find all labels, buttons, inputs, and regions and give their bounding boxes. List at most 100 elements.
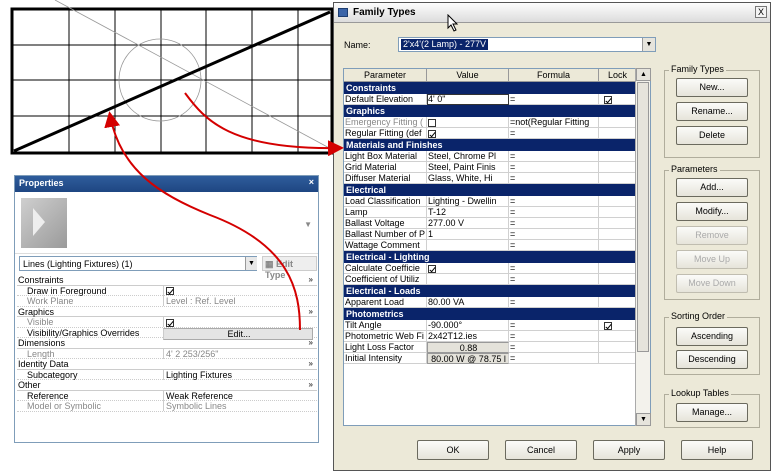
manage-lookup-button[interactable]: Manage... xyxy=(676,403,748,422)
formula-field[interactable]: = xyxy=(509,173,599,184)
ascending-button[interactable]: Ascending xyxy=(676,327,748,346)
scroll-down-icon[interactable]: ▼ xyxy=(636,413,651,426)
property-group-header[interactable]: Dimensions » xyxy=(17,338,317,349)
lock-cell[interactable] xyxy=(599,207,637,218)
descending-button[interactable]: Descending xyxy=(676,350,748,369)
parameter-group-header[interactable]: Electrical - Loads» xyxy=(344,285,650,297)
lock-cell[interactable] xyxy=(599,331,637,342)
parameter-group-header[interactable]: Electrical - Lighting» xyxy=(344,251,650,263)
lock-cell[interactable] xyxy=(599,240,637,251)
parameter-value[interactable]: Steel, Chrome Pl xyxy=(427,151,509,162)
lock-cell[interactable] xyxy=(599,173,637,184)
property-group-header[interactable]: Other » xyxy=(17,380,317,391)
formula-field[interactable]: = xyxy=(509,196,599,207)
lock-cell[interactable] xyxy=(599,151,637,162)
lock-cell[interactable] xyxy=(599,196,637,207)
formula-field[interactable]: = xyxy=(509,320,599,331)
property-group-header[interactable]: Graphics » xyxy=(17,307,317,317)
lock-cell[interactable] xyxy=(599,297,637,308)
move-up-button[interactable]: Move Up xyxy=(676,250,748,269)
collapse-icon[interactable]: » xyxy=(309,359,313,369)
formula-field[interactable]: =not(Regular Fitting xyxy=(509,117,599,128)
formula-field[interactable]: = xyxy=(509,151,599,162)
formula-field[interactable]: = xyxy=(509,297,599,308)
collapse-icon[interactable]: » xyxy=(309,307,313,317)
parameter-value[interactable] xyxy=(427,128,509,139)
property-value[interactable]: Weak Reference xyxy=(163,390,313,401)
cancel-button[interactable]: Cancel xyxy=(505,440,577,460)
property-value[interactable]: Lighting Fixtures xyxy=(163,369,313,380)
formula-field[interactable]: = xyxy=(509,162,599,173)
remove-parameter-button[interactable]: Remove xyxy=(676,226,748,245)
parameter-value[interactable]: Glass, White, Hi xyxy=(427,173,509,184)
col-formula[interactable]: Formula xyxy=(509,69,599,82)
property-checkbox[interactable] xyxy=(166,287,174,296)
lock-cell[interactable] xyxy=(599,229,637,240)
parameter-value[interactable]: T-12 xyxy=(427,207,509,218)
close-icon[interactable]: × xyxy=(309,177,314,187)
lock-cell[interactable] xyxy=(599,117,637,128)
lock-cell[interactable] xyxy=(599,162,637,173)
edit-type-button[interactable]: ▦ Edit Type xyxy=(262,256,317,280)
lock-cell[interactable] xyxy=(599,263,637,274)
parameter-value[interactable]: 277.00 V xyxy=(427,218,509,229)
parameter-value[interactable]: -90.000° xyxy=(427,320,509,331)
property-group-header[interactable]: Constraints » xyxy=(17,275,317,286)
parameter-value[interactable] xyxy=(427,117,509,128)
move-down-button[interactable]: Move Down xyxy=(676,274,748,293)
scroll-up-icon[interactable]: ▲ xyxy=(636,68,651,81)
lock-cell[interactable] xyxy=(599,353,637,364)
rename-type-button[interactable]: Rename... xyxy=(676,102,748,121)
lock-cell[interactable] xyxy=(599,320,637,331)
value-checkbox[interactable] xyxy=(428,118,436,127)
parameter-group-header[interactable]: Electrical» xyxy=(344,184,650,196)
drawing-canvas[interactable] xyxy=(0,0,334,173)
value-checkbox[interactable] xyxy=(428,129,436,138)
value-checkbox[interactable] xyxy=(428,264,436,273)
table-scrollbar[interactable]: ▲ ▼ xyxy=(635,68,651,426)
formula-field[interactable]: = xyxy=(509,229,599,240)
chevron-down-icon[interactable]: ▼ xyxy=(642,38,655,51)
parameter-value[interactable]: 2x42T12.ies xyxy=(427,331,509,342)
lock-cell[interactable] xyxy=(599,342,637,353)
parameter-group-header[interactable]: Photometrics» xyxy=(344,308,650,320)
col-value[interactable]: Value xyxy=(427,69,509,82)
formula-field[interactable]: = xyxy=(509,353,599,364)
diagonal-symbolic-line[interactable] xyxy=(13,10,331,153)
formula-field[interactable]: = xyxy=(509,128,599,139)
parameter-group-header[interactable]: Constraints» xyxy=(344,82,650,94)
help-button[interactable]: Help xyxy=(681,440,753,460)
chevron-down-icon[interactable]: ▼ xyxy=(245,257,257,270)
property-value[interactable] xyxy=(163,285,313,296)
collapse-icon[interactable]: » xyxy=(309,338,313,348)
instance-filter-select[interactable]: Lines (Lighting Fixtures) (1) xyxy=(19,256,257,271)
collapse-icon[interactable]: » xyxy=(309,275,313,285)
formula-field[interactable]: = xyxy=(509,207,599,218)
parameter-value[interactable] xyxy=(427,263,509,274)
parameter-value[interactable]: 80.00 VA xyxy=(427,297,509,308)
formula-field[interactable]: = xyxy=(509,94,599,105)
formula-field[interactable]: = xyxy=(509,240,599,251)
parameter-value[interactable]: 80.00 W @ 78.75 l xyxy=(427,353,509,364)
dialog-title-bar[interactable]: Family Types X xyxy=(334,3,770,23)
type-name-select[interactable]: 2'x4'(2 Lamp) - 277V ▼ xyxy=(398,37,656,52)
modify-parameter-button[interactable]: Modify... xyxy=(676,202,748,221)
formula-field[interactable]: = xyxy=(509,218,599,229)
formula-field[interactable]: = xyxy=(509,342,599,353)
lock-cell[interactable] xyxy=(599,218,637,229)
lock-checkbox[interactable] xyxy=(604,95,612,104)
parameter-value[interactable] xyxy=(427,274,509,285)
col-parameter[interactable]: Parameter xyxy=(344,69,427,82)
lock-cell[interactable] xyxy=(599,94,637,105)
formula-field[interactable]: = xyxy=(509,263,599,274)
parameter-value[interactable]: Lighting - Dwellin xyxy=(427,196,509,207)
add-parameter-button[interactable]: Add... xyxy=(676,178,748,197)
lock-cell[interactable] xyxy=(599,274,637,285)
formula-field[interactable]: = xyxy=(509,331,599,342)
parameter-value[interactable]: 4' 0" xyxy=(427,94,509,105)
scroll-thumb[interactable] xyxy=(637,82,649,352)
lock-cell[interactable] xyxy=(599,128,637,139)
close-button[interactable]: X xyxy=(755,6,767,18)
ok-button[interactable]: OK xyxy=(417,440,489,460)
property-group-header[interactable]: Identity Data » xyxy=(17,359,317,370)
